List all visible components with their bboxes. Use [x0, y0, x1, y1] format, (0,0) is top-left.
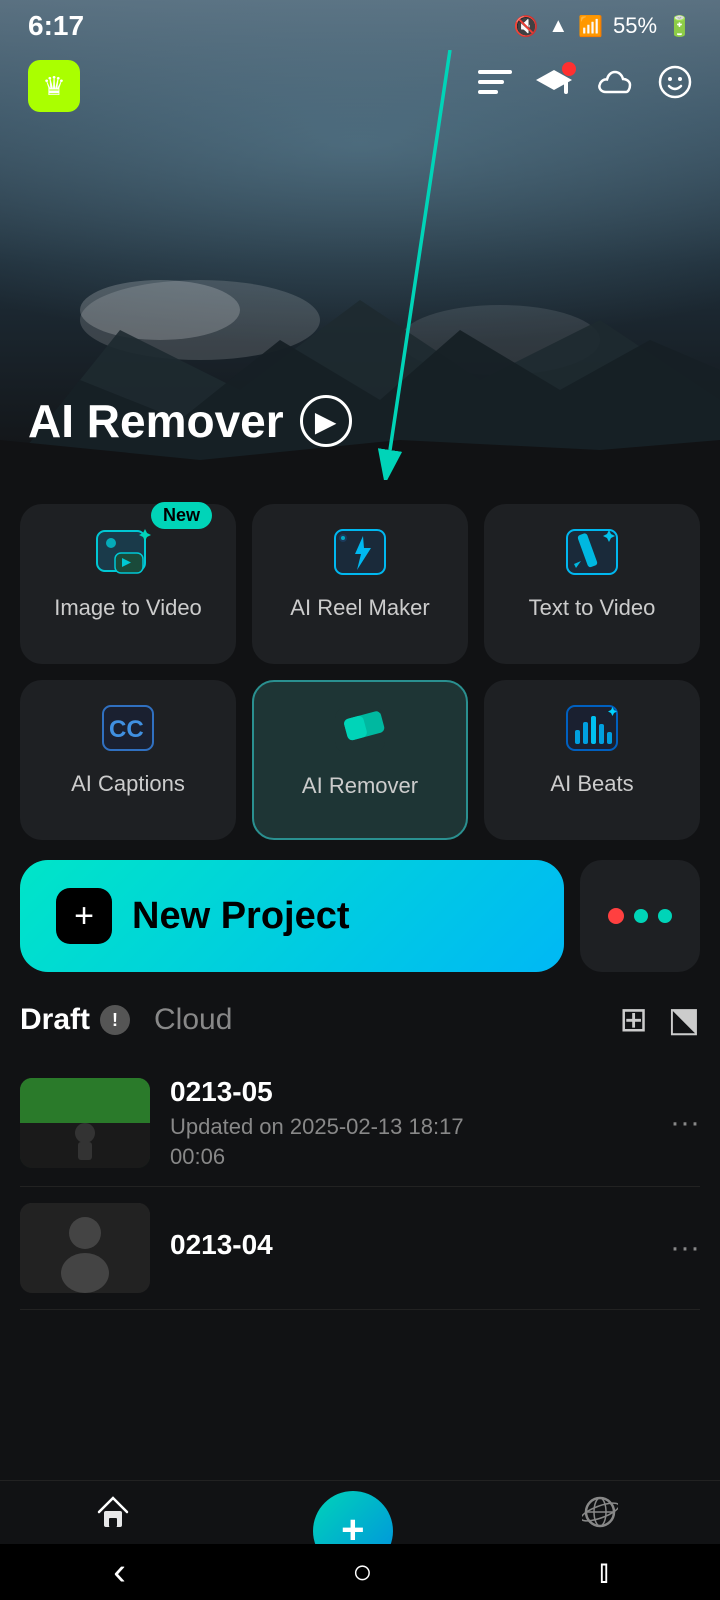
- draft-duration-1: 00:06: [170, 1144, 650, 1170]
- draft-thumbnail-1: [20, 1078, 150, 1168]
- home-icon: [95, 1494, 131, 1538]
- text-to-video-label: Text to Video: [529, 594, 656, 623]
- dot-teal-2: [658, 909, 672, 923]
- hero-arrow-button[interactable]: ▶: [300, 395, 352, 447]
- notification-dot: [562, 62, 576, 76]
- cloud-label: Cloud: [154, 1003, 232, 1037]
- tool-card-ai-reel-maker[interactable]: AI Reel Maker: [252, 504, 468, 664]
- draft-actions: ⊞ ⬔: [619, 1000, 700, 1040]
- home-button[interactable]: ○: [352, 1553, 373, 1592]
- ai-captions-label: AI Captions: [71, 770, 185, 799]
- image-to-video-label: Image to Video: [54, 594, 202, 623]
- draft-thumb-green-bg: [20, 1078, 150, 1168]
- app-header-row: ♛: [0, 60, 720, 112]
- draft-tab-cloud[interactable]: Cloud: [154, 1003, 232, 1037]
- crown-icon: ♛: [42, 71, 65, 102]
- hero-section: 6:17 🔇 ▲ 📶 55% 🔋 ♛: [0, 0, 720, 480]
- hero-label: AI Remover ▶: [28, 394, 352, 448]
- grid-view-icon[interactable]: ⊞: [619, 1000, 648, 1040]
- status-bar: 6:17 🔇 ▲ 📶 55% 🔋: [0, 0, 720, 52]
- tool-card-image-to-video[interactable]: New Image to Video: [20, 504, 236, 664]
- ai-beats-icon: [556, 700, 628, 756]
- draft-name-2: 0213-04: [170, 1229, 650, 1261]
- wifi-icon: ▲: [548, 15, 568, 38]
- main-content: New Image to Video: [0, 480, 720, 1494]
- explore-icon: [582, 1494, 618, 1539]
- graduation-icon[interactable]: [536, 66, 572, 106]
- back-button[interactable]: ‹: [113, 1551, 126, 1594]
- hero-title: AI Remover: [28, 394, 284, 448]
- battery-icon: 🔋: [667, 14, 692, 39]
- draft-tabs: Draft ! Cloud: [20, 1003, 232, 1037]
- draft-name-1: 0213-05: [170, 1076, 650, 1108]
- nav-right-icons: [478, 65, 692, 107]
- draft-more-2[interactable]: ···: [670, 1231, 700, 1265]
- bottom-spacer: [20, 1310, 700, 1470]
- svg-text:CC: CC: [109, 716, 144, 743]
- info-badge: !: [100, 1005, 130, 1035]
- ai-remover-label: AI Remover: [302, 772, 418, 801]
- recent-button[interactable]: ⫾: [599, 1555, 607, 1589]
- cloud-icon[interactable]: [596, 68, 634, 104]
- tool-grid: New Image to Video: [20, 504, 700, 840]
- more-options-button[interactable]: [580, 860, 700, 972]
- share-icon[interactable]: ⬔: [668, 1000, 700, 1040]
- plus-icon: +: [74, 897, 94, 936]
- draft-info-1: 0213-05 Updated on 2025-02-13 18:17 00:0…: [170, 1076, 650, 1170]
- sys-nav-bar: ‹ ○ ⫾: [0, 1544, 720, 1600]
- play-icon: ▶: [315, 405, 337, 438]
- tool-card-ai-captions[interactable]: CC AI Captions: [20, 680, 236, 840]
- app-logo[interactable]: ♛: [28, 60, 80, 112]
- emoji-icon[interactable]: [658, 65, 692, 107]
- new-project-label: New Project: [132, 895, 350, 938]
- draft-date-1: Updated on 2025-02-13 18:17: [170, 1114, 650, 1140]
- filter-icon[interactable]: [478, 68, 512, 104]
- ai-remover-icon: [324, 702, 396, 758]
- draft-thumb-dark-bg: [20, 1203, 150, 1293]
- ai-beats-label: AI Beats: [550, 770, 633, 799]
- text-to-video-icon: [556, 524, 628, 580]
- ai-reel-maker-icon: [324, 524, 396, 580]
- new-project-button[interactable]: + New Project: [20, 860, 564, 972]
- dot-red: [608, 908, 624, 924]
- more-dots: [608, 908, 672, 924]
- tool-card-text-to-video[interactable]: Text to Video: [484, 504, 700, 664]
- signal-icon: 📶: [578, 14, 603, 39]
- dot-teal-1: [634, 909, 648, 923]
- draft-item-2[interactable]: 0213-04 ···: [20, 1187, 700, 1310]
- new-project-row: + New Project: [20, 860, 700, 972]
- draft-tab-draft[interactable]: Draft !: [20, 1003, 130, 1037]
- draft-thumbnail-2: [20, 1203, 150, 1293]
- draft-header: Draft ! Cloud ⊞ ⬔: [20, 1000, 700, 1040]
- new-badge: New: [151, 502, 212, 529]
- mute-icon: 🔇: [513, 14, 538, 39]
- draft-info-2: 0213-04: [170, 1229, 650, 1267]
- tool-card-ai-beats[interactable]: AI Beats: [484, 680, 700, 840]
- ai-captions-icon: CC: [92, 700, 164, 756]
- image-to-video-icon: [92, 524, 164, 580]
- status-time: 6:17: [28, 10, 84, 42]
- new-project-plus-icon: +: [56, 888, 112, 944]
- battery-text: 55%: [613, 13, 657, 39]
- header-nav: 6:17 🔇 ▲ 📶 55% 🔋: [0, 0, 720, 52]
- ai-reel-maker-label: AI Reel Maker: [290, 594, 429, 623]
- tool-card-ai-remover[interactable]: AI Remover: [252, 680, 468, 840]
- draft-more-1[interactable]: ···: [670, 1106, 700, 1140]
- draft-item-1[interactable]: 0213-05 Updated on 2025-02-13 18:17 00:0…: [20, 1060, 700, 1187]
- status-icons: 🔇 ▲ 📶 55% 🔋: [513, 13, 692, 39]
- draft-label: Draft: [20, 1003, 90, 1037]
